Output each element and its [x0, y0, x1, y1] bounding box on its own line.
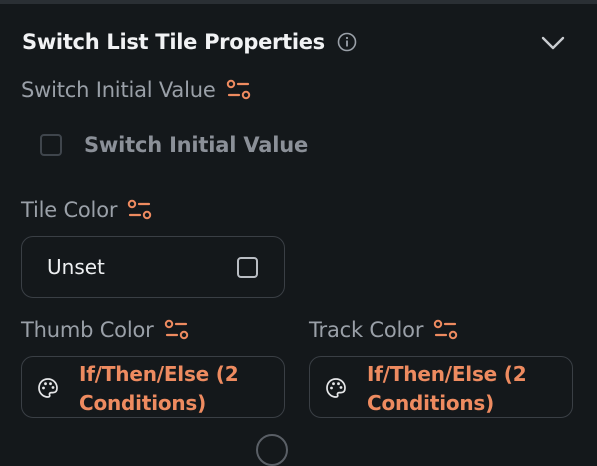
track-color-label: Track Color: [309, 318, 424, 342]
track-color-value: If/Then/Else (2 Conditions): [367, 362, 527, 415]
tile-color-unset-checkbox[interactable]: [237, 257, 258, 278]
info-icon[interactable]: [337, 32, 357, 52]
palette-icon: [38, 378, 58, 398]
switch-initial-value-checkbox[interactable]: [40, 134, 62, 156]
thumb-color-field[interactable]: If/Then/Else (2 Conditions): [21, 356, 285, 418]
tile-color-label: Tile Color: [21, 198, 118, 222]
variable-settings-icon[interactable]: [226, 79, 252, 101]
variable-settings-icon[interactable]: [433, 319, 459, 341]
thumb-color-value: If/Then/Else (2 Conditions): [79, 362, 239, 415]
track-color-field[interactable]: If/Then/Else (2 Conditions): [309, 356, 573, 418]
switch-initial-value-checkbox-label: Switch Initial Value: [84, 133, 309, 157]
switch-initial-value-label: Switch Initial Value: [21, 78, 216, 102]
switch-initial-value-checkbox-row[interactable]: Switch Initial Value: [40, 133, 308, 157]
section-divider: [0, 0, 597, 4]
panel-header[interactable]: Switch List Tile Properties: [22, 26, 575, 58]
thumb-color-label-row: Thumb Color: [21, 318, 190, 342]
switch-initial-value-label-row: Switch Initial Value: [21, 78, 252, 102]
variable-settings-icon[interactable]: [164, 319, 190, 341]
tile-color-value: Unset: [47, 255, 105, 279]
variable-settings-icon[interactable]: [127, 199, 153, 221]
track-color-label-row: Track Color: [309, 318, 459, 342]
tile-color-field[interactable]: Unset: [21, 236, 285, 298]
chevron-down-icon[interactable]: [539, 30, 567, 54]
tile-color-label-row: Tile Color: [21, 198, 153, 222]
panel-title: Switch List Tile Properties: [22, 30, 325, 54]
thumb-color-label: Thumb Color: [21, 318, 154, 342]
palette-icon: [326, 378, 346, 398]
